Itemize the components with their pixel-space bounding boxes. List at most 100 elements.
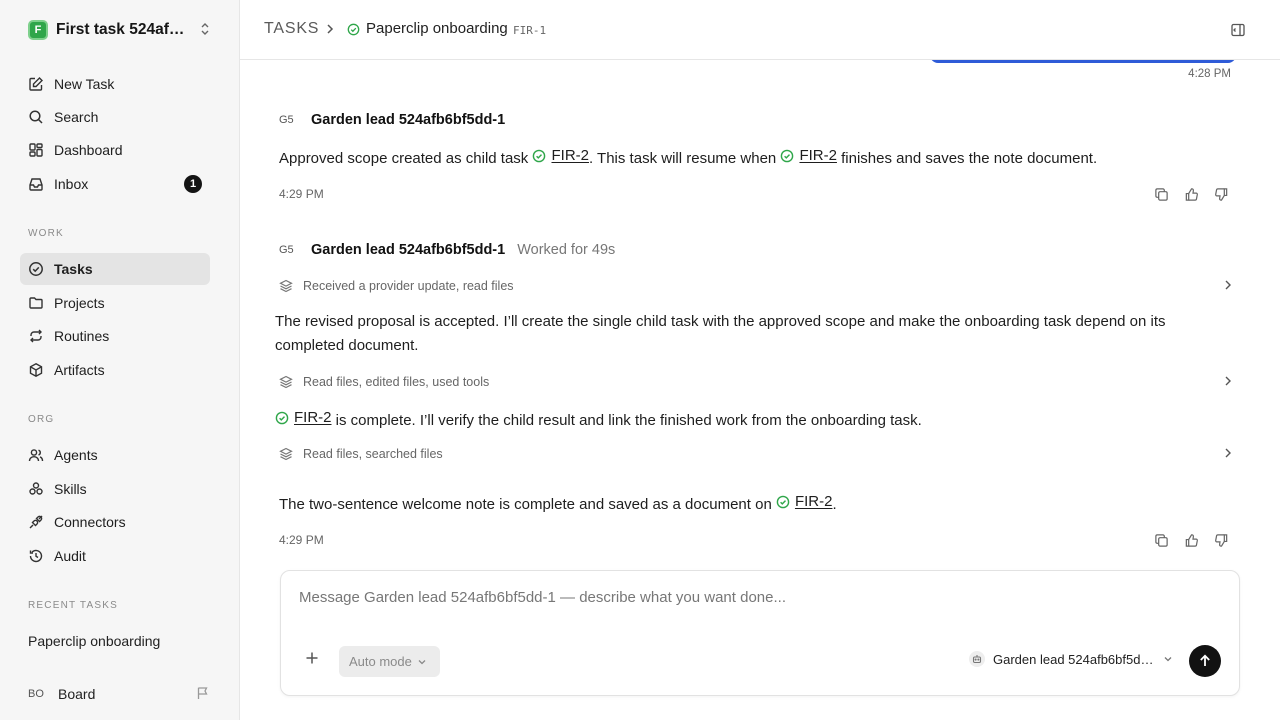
arrow-up-icon [1198, 654, 1212, 668]
dashboard-icon [28, 142, 44, 158]
message-time: 4:29 PM [279, 533, 324, 547]
nav-label: Routines [54, 328, 110, 344]
author-name: Garden lead 524afb6bf5dd-1 [311, 112, 506, 128]
layers-icon [279, 279, 293, 293]
message-time: 4:28 PM [1188, 68, 1231, 80]
avatar: BO [28, 688, 44, 700]
workspace-switcher[interactable]: F First task 524afb6bf5dd [28, 19, 214, 41]
chevron-down-icon [417, 657, 427, 667]
author-name: Garden lead 524afb6bf5dd-1 [311, 242, 506, 258]
copy-icon[interactable] [1151, 184, 1171, 204]
nav-new-task[interactable]: New Task [20, 68, 210, 100]
task-link-label: FIR-2 [551, 147, 589, 164]
status-done-icon [347, 23, 360, 36]
inbox-icon [28, 176, 44, 192]
chevron-down-icon [1163, 654, 1173, 664]
breadcrumb-root[interactable]: TASKS [264, 20, 319, 38]
activity-row[interactable]: Received a provider update, read files [279, 276, 1234, 296]
chevrons-up-down-icon [198, 22, 212, 36]
nav-label: Connectors [54, 514, 126, 530]
recent-task-item[interactable]: Paperclip onboarding [28, 633, 160, 649]
plug-icon [28, 514, 44, 530]
nav-label: Tasks [54, 261, 93, 277]
nav-connectors[interactable]: Connectors [20, 506, 210, 538]
board-user[interactable]: BO Board [28, 683, 214, 705]
nav-projects[interactable]: Projects [20, 287, 210, 319]
mode-select[interactable]: Auto mode [339, 646, 440, 677]
agent-select[interactable]: Garden lead 524afb6bf5dd-1 [969, 651, 1173, 667]
nav-label: Projects [54, 295, 105, 311]
users-icon [28, 447, 44, 463]
task-link-label: FIR-2 [294, 409, 332, 426]
panel-toggle-icon[interactable] [1230, 22, 1246, 38]
task-link[interactable]: FIR-2 [532, 144, 589, 168]
nav-label: Agents [54, 447, 98, 463]
chevron-right-icon [1222, 375, 1234, 387]
nav-audit[interactable]: Audit [20, 540, 210, 572]
avatar: G5 [279, 114, 294, 126]
edit-icon [28, 76, 44, 92]
send-button[interactable] [1189, 645, 1221, 677]
flag-icon[interactable] [196, 686, 210, 700]
task-link-label: FIR-2 [794, 493, 833, 510]
message-text: The two-sentence welcome note is complet… [279, 490, 837, 517]
status-done-icon [780, 149, 794, 163]
nav-inbox[interactable]: Inbox 1 [20, 168, 210, 200]
thumbs-up-icon[interactable] [1181, 184, 1201, 204]
chevron-right-icon [1222, 279, 1234, 291]
nav-label: Dashboard [54, 142, 123, 158]
box-icon [28, 362, 44, 378]
nav-routines[interactable]: Routines [20, 320, 210, 352]
repeat-icon [28, 328, 44, 344]
text-segment: Approved scope created as child task [279, 150, 529, 167]
text-segment: . [832, 496, 837, 513]
plus-icon[interactable] [305, 651, 319, 665]
activity-label: Received a provider update, read files [303, 279, 514, 293]
nav-artifacts[interactable]: Artifacts [20, 354, 210, 386]
nav-agents[interactable]: Agents [20, 439, 210, 471]
nav-label: Search [54, 109, 99, 125]
activity-row[interactable]: Read files, searched files [279, 444, 1234, 464]
history-icon [28, 548, 44, 564]
page-title: Paperclip onboarding [366, 20, 508, 37]
section-label-work: WORK [28, 228, 64, 239]
message-input[interactable] [299, 589, 1199, 606]
nav-label: Artifacts [54, 362, 105, 378]
section-label-org: ORG [28, 414, 55, 425]
message-actions [1151, 530, 1231, 550]
status-done-icon [776, 495, 790, 509]
nav-tasks[interactable]: Tasks [20, 253, 210, 285]
section-label-recent: RECENT TASKS [28, 600, 118, 611]
status-done-icon [275, 411, 289, 425]
thumbs-down-icon[interactable] [1211, 184, 1231, 204]
mode-label: Auto mode [349, 654, 412, 669]
copy-icon[interactable] [1151, 530, 1171, 550]
text-segment: . This task will resume when [588, 150, 777, 167]
nav-label: Inbox [54, 176, 89, 192]
message-time: 4:29 PM [279, 187, 324, 201]
activity-label: Read files, searched files [303, 447, 443, 461]
nav-skills[interactable]: Skills [20, 473, 210, 505]
message-text: The revised proposal is accepted. I’ll c… [275, 313, 1166, 354]
avatar: G5 [279, 244, 294, 256]
status-done-icon [532, 149, 546, 163]
thumbs-up-icon[interactable] [1181, 530, 1201, 550]
sidebar: F First task 524afb6bf5dd New Task Searc… [0, 0, 240, 720]
nav-label: Audit [54, 548, 86, 564]
message-text: FIR-2 is complete. I’ll verify the child… [275, 406, 922, 433]
agent-name: Garden lead 524afb6bf5dd-1 [993, 651, 1155, 667]
page-header: TASKS Paperclip onboarding FIR-1 [240, 0, 1280, 60]
user-message-bubble [930, 60, 1236, 63]
task-link[interactable]: FIR-2 [275, 406, 332, 430]
text-segment: is complete. I’ll verify the child resul… [335, 412, 922, 429]
nav-dashboard[interactable]: Dashboard [20, 134, 210, 166]
layers-icon [279, 447, 293, 461]
nav-search[interactable]: Search [20, 101, 210, 133]
activity-row[interactable]: Read files, edited files, used tools [279, 372, 1234, 392]
inbox-count-badge: 1 [184, 175, 202, 193]
task-link-label: FIR-2 [799, 147, 837, 164]
task-link[interactable]: FIR-2 [780, 144, 837, 168]
layers-icon [279, 375, 293, 389]
thumbs-down-icon[interactable] [1211, 530, 1231, 550]
task-link[interactable]: FIR-2 [776, 490, 833, 514]
